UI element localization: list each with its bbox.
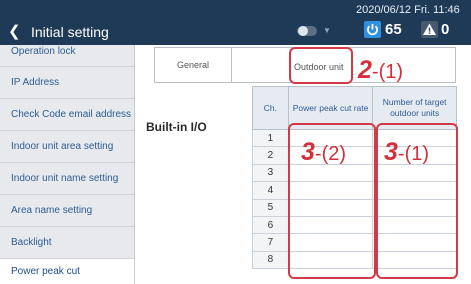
header-bar: ❮ Initial setting 2020/06/12 Fri. 11:46 …	[0, 0, 471, 45]
sidebar-item-indoor-unit-name[interactable]: Indoor unit name setting	[0, 163, 134, 195]
annotation-number: 3	[384, 138, 398, 166]
power-icon[interactable]	[364, 21, 381, 38]
annotation-suffix: -(2)	[314, 143, 347, 165]
sidebar-item-area-name[interactable]: Area name setting	[0, 195, 134, 227]
sidebar-item-label: Power peak cut	[11, 266, 80, 277]
sidebar: Operation lock IP Address Check Code ema…	[0, 45, 135, 284]
sidebar-item-check-code-email[interactable]: Check Code email address	[0, 99, 134, 131]
sidebar-item-label: Backlight	[11, 237, 52, 248]
sidebar-item-operation-lock[interactable]: Operation lock	[0, 45, 134, 67]
back-arrow-icon[interactable]: ❮	[8, 24, 21, 40]
warning-count: 0	[441, 21, 450, 38]
channel-number: 2	[252, 146, 289, 165]
annotation-suffix: -(1)	[371, 61, 404, 83]
channel-number: 4	[252, 181, 289, 200]
column-header-ch: Ch.	[252, 86, 289, 130]
annotation-2-1: 2-(1)	[358, 56, 404, 84]
sidebar-item-label: Operation lock	[11, 46, 76, 57]
sidebar-item-label: Indoor unit area setting	[11, 141, 114, 152]
sidebar-item-power-peak-cut[interactable]: Power peak cut	[0, 259, 134, 284]
datetime-display: 2020/06/12 Fri. 11:46	[356, 4, 460, 16]
sidebar-item-label: Indoor unit name setting	[11, 173, 119, 184]
channel-number: 1	[252, 128, 289, 148]
section-label-built-in-io: Built-in I/O	[146, 120, 207, 134]
annotation-3-2: 3-(2)	[301, 138, 347, 166]
sidebar-item-label: Check Code email address	[11, 109, 132, 120]
channel-number: 8	[252, 250, 289, 270]
channel-number: 7	[252, 233, 289, 252]
sidebar-item-label: Area name setting	[11, 205, 93, 216]
channel-number: 3	[252, 163, 289, 183]
sidebar-item-backlight[interactable]: Backlight	[0, 227, 134, 259]
toggle-icon[interactable]	[296, 24, 318, 38]
channel-number: 5	[252, 198, 289, 217]
page-title: Initial setting	[31, 24, 109, 40]
channel-number: 6	[252, 215, 289, 235]
chevron-down-icon[interactable]: ▼	[323, 26, 331, 35]
annotation-suffix: -(1)	[397, 143, 430, 165]
power-count: 65	[385, 21, 402, 38]
annotation-number: 3	[301, 138, 315, 166]
annotation-number: 2	[358, 56, 372, 84]
sidebar-item-ip-address[interactable]: IP Address	[0, 67, 134, 99]
tab-general-label: General	[176, 60, 210, 70]
sidebar-item-indoor-unit-area[interactable]: Indoor unit area setting	[0, 131, 134, 163]
warning-icon[interactable]	[421, 21, 438, 38]
sidebar-item-label: IP Address	[11, 77, 60, 88]
highlight-outdoor-unit-tab	[289, 47, 353, 84]
tab-general[interactable]: General	[154, 47, 232, 83]
annotation-3-1: 3-(1)	[384, 138, 430, 166]
